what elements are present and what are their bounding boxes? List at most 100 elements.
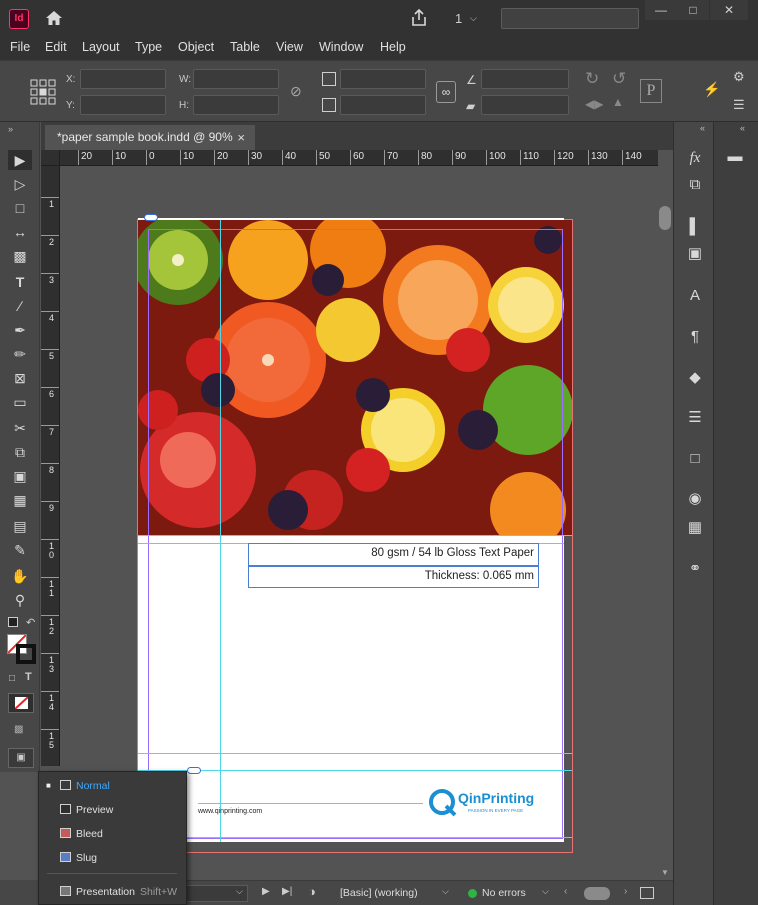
chevron-down-icon[interactable]: ⌵	[542, 886, 549, 897]
vertical-scrollbar[interactable]: ▼	[658, 150, 673, 880]
color-icon[interactable]: ◉	[683, 488, 707, 510]
apply-none-icon[interactable]	[8, 693, 34, 713]
scroll-right-icon[interactable]: ›	[624, 886, 627, 897]
stroke-icon[interactable]: ☰	[683, 407, 707, 429]
gear-icon[interactable]: ⚙	[733, 69, 745, 85]
gradient-icon[interactable]: □	[683, 448, 707, 470]
ruler-origin[interactable]	[41, 150, 60, 166]
horizontal-scroll-thumb[interactable]	[584, 887, 610, 900]
screen-mode-button[interactable]: ▣	[8, 748, 34, 768]
stroke-swatch-icon[interactable]	[16, 644, 36, 664]
rotation-field[interactable]	[481, 69, 569, 89]
link-icon[interactable]: ∞	[436, 81, 456, 103]
spec-text-frame[interactable]: 80 gsm / 54 lb Gloss Text Paper	[248, 543, 539, 566]
format-text-icon[interactable]: T	[25, 671, 32, 683]
tab-document[interactable]: *paper sample book.indd @ 90% ×	[45, 125, 255, 150]
lightning-icon[interactable]: ⚡	[703, 81, 720, 98]
scroll-thumb[interactable]	[659, 206, 671, 230]
content-collector-icon[interactable]: ▩	[8, 246, 32, 266]
align-icon[interactable]: ▌	[683, 216, 707, 238]
direct-selection-tool-icon[interactable]: ▷	[8, 174, 32, 194]
mode-presentation[interactable]: Presentation Shift+W	[39, 881, 186, 903]
scroll-left-icon[interactable]: ‹	[564, 886, 567, 897]
height-field[interactable]	[193, 95, 279, 115]
menu-object[interactable]: Object	[178, 40, 214, 54]
page-tool-icon[interactable]: □	[8, 198, 32, 218]
gradient-feather-tool-icon[interactable]: ▦	[8, 490, 32, 510]
last-page-icon[interactable]: ▶|	[282, 886, 292, 897]
pen-tool-icon[interactable]: ✒	[8, 320, 32, 340]
rotate-ccw-icon[interactable]: ↺	[612, 69, 626, 89]
effects-icon[interactable]: fx	[683, 147, 707, 169]
tab-close-button[interactable]: ×	[237, 125, 245, 150]
mode-normal[interactable]: ■ Normal	[39, 775, 186, 797]
width-field[interactable]	[193, 69, 279, 89]
menu-type[interactable]: Type	[135, 40, 162, 54]
constrain-proportions-icon[interactable]: ⊘	[290, 83, 302, 100]
type-tool-icon[interactable]: T	[8, 272, 32, 292]
dock-collapse-icon[interactable]: «	[700, 123, 705, 133]
share-icon[interactable]	[410, 8, 428, 28]
hand-tool-icon[interactable]: ✋	[8, 566, 32, 586]
menu-window[interactable]: Window	[319, 40, 363, 54]
gap-tool-icon[interactable]: ↔	[8, 222, 32, 242]
minimize-button[interactable]: —	[645, 0, 677, 20]
format-container-icon[interactable]: □	[9, 673, 15, 684]
split-window-icon[interactable]	[640, 887, 654, 899]
y-field[interactable]	[80, 95, 166, 115]
swatches-icon[interactable]: ▦	[683, 517, 707, 539]
page-number-field[interactable]: 1	[455, 11, 462, 26]
maximize-button[interactable]: □	[677, 0, 709, 20]
pathfinder-icon[interactable]: ▣	[683, 243, 707, 265]
style-status[interactable]: [Basic] (working)	[340, 887, 418, 899]
horizontal-ruler[interactable]: 20 10 0 10 20 30 40 50 60 70 80 90 100 110 120 130 140	[60, 150, 658, 166]
scale-y-field[interactable]	[340, 95, 426, 115]
preflight-icon[interactable]: ◑	[308, 884, 316, 899]
note-tool-icon[interactable]: ▤	[8, 516, 32, 536]
paragraph-icon[interactable]: ¶	[683, 326, 707, 348]
frame-link-icon[interactable]	[187, 767, 201, 774]
transform-icon[interactable]: ⧉	[683, 174, 707, 196]
layers-icon[interactable]: ◆	[683, 367, 707, 389]
flip-horizontal-icon[interactable]: ◀▶	[585, 97, 603, 111]
pages-icon[interactable]: ▬	[723, 146, 747, 168]
selection-tool-icon[interactable]: ▶	[8, 150, 32, 170]
menu-table[interactable]: Table	[230, 40, 260, 54]
menu-view[interactable]: View	[276, 40, 303, 54]
mode-bleed[interactable]: Bleed	[39, 823, 186, 845]
swap-fill-stroke-icon[interactable]: ↶	[26, 616, 35, 629]
chevron-down-icon[interactable]: ⌵	[442, 886, 449, 897]
scale-x-field[interactable]	[340, 69, 426, 89]
presentation-mode-icon[interactable]: ▩	[14, 724, 23, 735]
links-icon[interactable]: ⚭	[683, 558, 707, 580]
panel-menu-icon[interactable]: ☰	[733, 97, 745, 113]
eyedropper-tool-icon[interactable]: ✎	[8, 540, 32, 560]
dock-collapse-icon-2[interactable]: «	[740, 123, 745, 133]
search-input[interactable]	[501, 8, 639, 29]
mode-preview[interactable]: Preview	[39, 799, 186, 821]
home-icon[interactable]	[44, 9, 64, 27]
close-window-button[interactable]: ✕	[710, 0, 748, 20]
rectangle-tool-icon[interactable]: ▭	[8, 392, 32, 412]
frame-link-icon[interactable]	[144, 214, 158, 221]
character-icon[interactable]: A	[683, 285, 707, 307]
mode-slug[interactable]: Slug	[39, 847, 186, 869]
reference-point-icon[interactable]	[30, 79, 56, 105]
vertical-ruler[interactable]: 123456789101112131415	[41, 166, 60, 766]
collapse-icon[interactable]: »	[8, 124, 13, 134]
x-field[interactable]	[80, 69, 166, 89]
shear-field[interactable]	[481, 95, 569, 115]
menu-layout[interactable]: Layout	[82, 40, 120, 54]
menu-file[interactable]: File	[10, 40, 30, 54]
scissors-tool-icon[interactable]: ✂	[8, 418, 32, 438]
menu-help[interactable]: Help	[380, 40, 406, 54]
thickness-text-frame[interactable]: Thickness: 0.065 mm	[248, 566, 539, 588]
line-tool-icon[interactable]: ∕	[8, 296, 32, 316]
default-fill-stroke-icon[interactable]	[8, 617, 18, 627]
flip-vertical-icon[interactable]: ▲	[612, 95, 624, 109]
menu-edit[interactable]: Edit	[45, 40, 67, 54]
free-transform-tool-icon[interactable]: ⧉	[8, 442, 32, 462]
gradient-swatch-tool-icon[interactable]: ▣	[8, 466, 32, 486]
chevron-down-icon[interactable]: ⌵	[236, 886, 243, 897]
scroll-down-icon[interactable]: ▼	[661, 868, 669, 877]
